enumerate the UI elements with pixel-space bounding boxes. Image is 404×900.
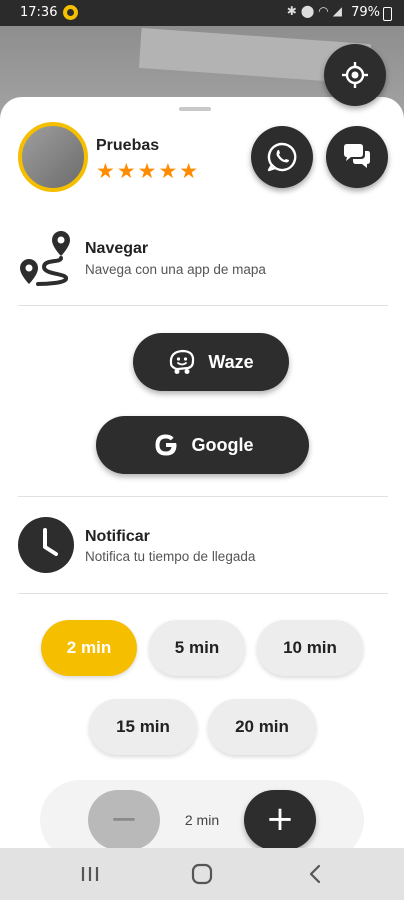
increase-button[interactable]: + [244,790,316,850]
location-icon: ⬤ [300,4,319,18]
signal-icon: ◢ [332,4,346,18]
clock-icon [18,517,74,573]
time-option-2-min[interactable]: 2 min [41,620,137,676]
waze-label: Waze [208,351,254,372]
notify-subtitle: Notifica tu tiempo de llegada [85,549,256,564]
minus-icon: − [109,799,139,839]
google-label: Google [191,434,254,455]
time-option-15-min[interactable]: 15 min [89,699,197,755]
home-icon[interactable] [190,862,214,886]
driver-rating-stars: ★★★★★ [96,159,201,183]
navigate-title: Navegar [85,240,149,257]
recenter-location-button[interactable] [324,44,386,106]
driver-avatar [18,122,88,192]
route-icon [20,231,70,286]
crosshair-icon [342,62,368,88]
status-bar: 17:36 ✱⬤◠◢ 79% [0,0,404,26]
whatsapp-button[interactable] [251,126,313,188]
battery-icon [383,7,392,21]
battery-percent: 79% [351,5,380,20]
plus-icon: + [265,799,295,839]
system-nav-bar [0,848,404,900]
driver-name: Pruebas [96,137,160,154]
status-time: 17:36 [20,5,58,20]
recent-apps-icon[interactable] [78,862,102,886]
back-icon[interactable] [304,862,328,886]
time-option-5-min[interactable]: 5 min [149,620,245,676]
waze-button[interactable]: Waze [133,333,289,391]
drag-handle[interactable] [179,107,211,111]
time-option-10-min[interactable]: 10 min [257,620,363,676]
bluetooth-icon: ✱ [286,4,301,18]
chat-bubbles-icon [344,144,370,168]
divider [18,496,388,497]
whatsapp-icon [267,142,297,172]
divider [18,593,388,594]
time-option-20-min[interactable]: 20 min [208,699,316,755]
decrease-button[interactable]: − [88,790,160,850]
stepper-value: 2 min [184,812,220,828]
status-icons: ✱⬤◠◢ [287,4,346,18]
navigate-subtitle: Navega con una app de mapa [85,262,266,277]
waze-icon [170,349,195,374]
divider [18,305,388,306]
wifi-icon: ◠ [318,4,333,18]
google-maps-button[interactable]: Google [96,416,309,474]
bottom-sheet: Pruebas ★★★★★ Navegar Navega con una app… [0,97,404,860]
google-g-icon [155,434,176,456]
chat-button[interactable] [326,126,388,188]
app-notification-icon [63,5,78,20]
notify-title: Notificar [85,528,150,545]
